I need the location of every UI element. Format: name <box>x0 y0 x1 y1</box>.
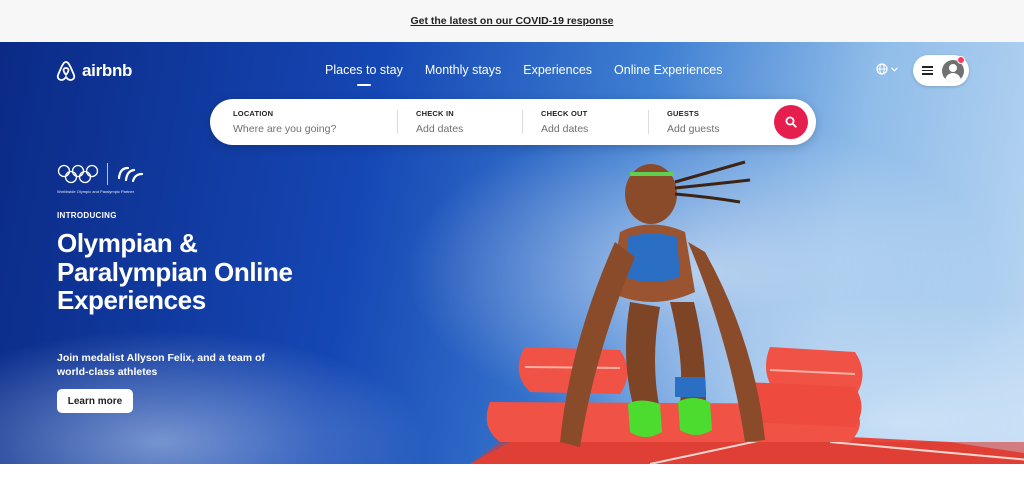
guests-input[interactable]: Add guests <box>667 123 775 135</box>
check-out-label: CHECK OUT <box>541 109 588 118</box>
check-in-label: CHECK IN <box>416 109 454 118</box>
check-out-input[interactable]: Add dates <box>541 123 648 135</box>
hero-section: airbnb Places to stay Monthly stays Expe… <box>0 42 1024 464</box>
guests-field[interactable]: GUESTS Add guests <box>649 99 775 145</box>
paralympic-agitos-icon <box>117 166 144 183</box>
covid-banner-link[interactable]: Get the latest on our COVID-19 response <box>410 15 613 27</box>
globe-icon <box>876 63 888 75</box>
notification-dot <box>957 56 965 64</box>
guests-label: GUESTS <box>667 109 700 118</box>
logo-text: airbnb <box>82 61 133 80</box>
airbnb-belo-icon <box>56 61 76 81</box>
olympic-partner-block: Worldwide Olympic and Paralympic Partner <box>57 163 144 194</box>
check-out-field[interactable]: CHECK OUT Add dates <box>523 99 648 145</box>
airbnb-logo[interactable]: airbnb <box>56 60 132 82</box>
check-in-field[interactable]: CHECK IN Add dates <box>398 99 522 145</box>
learn-more-button[interactable]: Learn more <box>57 389 133 413</box>
search-button[interactable] <box>774 105 808 139</box>
search-icon <box>785 116 797 128</box>
location-label: LOCATION <box>233 109 274 118</box>
hero-eyebrow: INTRODUCING <box>57 211 117 220</box>
hero-title: Olympian & Paralympian Online Experience… <box>57 228 293 315</box>
main-nav: Places to stay Monthly stays Experiences… <box>325 63 722 77</box>
language-selector[interactable] <box>876 63 898 75</box>
nav-places-to-stay[interactable]: Places to stay <box>325 63 403 77</box>
nav-online-experiences[interactable]: Online Experiences <box>614 63 722 77</box>
partner-separator <box>107 163 108 185</box>
hero-subtitle: Join medalist Allyson Felix, and a team … <box>57 352 265 378</box>
hamburger-icon <box>922 66 933 75</box>
search-bar: LOCATION Where are you going? CHECK IN A… <box>210 99 816 145</box>
page-below-hero <box>0 464 1024 479</box>
nav-experiences[interactable]: Experiences <box>523 63 592 77</box>
partner-caption: Worldwide Olympic and Paralympic Partner <box>57 189 135 194</box>
check-in-input[interactable]: Add dates <box>416 123 522 135</box>
nav-monthly-stays[interactable]: Monthly stays <box>425 63 501 77</box>
covid-banner: Get the latest on our COVID-19 response <box>0 0 1024 42</box>
olympic-rings-icon <box>57 164 99 184</box>
location-input[interactable]: Where are you going? <box>233 123 397 135</box>
athlete-illustration <box>470 160 1024 464</box>
location-field[interactable]: LOCATION Where are you going? <box>210 99 397 145</box>
chevron-down-icon <box>891 66 898 72</box>
